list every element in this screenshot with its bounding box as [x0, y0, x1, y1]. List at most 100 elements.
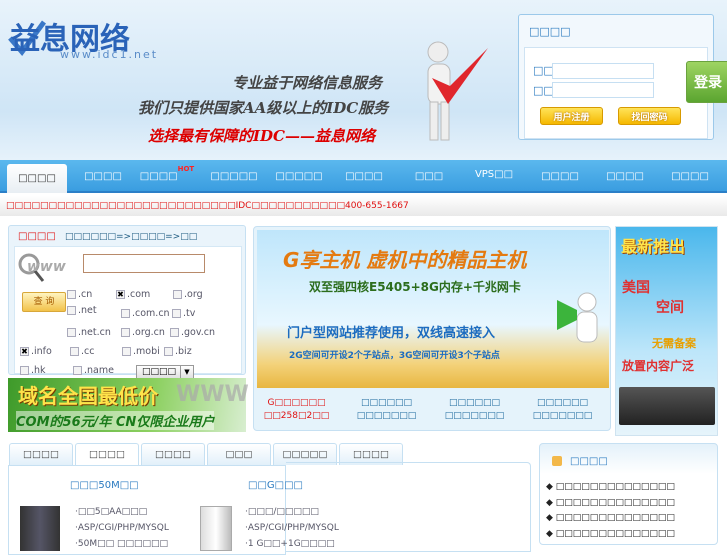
nav-label: □□□□	[671, 171, 709, 182]
product-title-1[interactable]: □□□50M□□	[70, 480, 139, 491]
banner-link-2[interactable]: □□□□□□ □□□□□□□	[344, 397, 429, 423]
nav-label: □□□□	[345, 171, 383, 182]
checkbox-icon[interactable]	[67, 290, 76, 299]
mascot-checkmark-icon	[427, 41, 488, 141]
banner-link-3[interactable]: □□□□□□ □□□□□□□	[432, 397, 517, 423]
nav-label: □□□□	[139, 171, 178, 182]
news-item[interactable]: ◆ □□□□□□□□□□□□□□	[546, 482, 675, 492]
server-image-2	[200, 506, 232, 551]
domain-title: □□□□	[18, 231, 56, 242]
us-hosting-ad[interactable]: 最新推出 美国 空间 无需备案 放置内容广泛	[615, 226, 718, 436]
banner-link-1[interactable]: G□□□□□□ □□258□2□□	[254, 397, 339, 423]
news-item[interactable]: ◆ □□□□□□□□□□□□□□	[546, 498, 675, 508]
server-rack-image	[619, 387, 715, 425]
ad-line-2: 美国	[622, 280, 650, 296]
domain-search-input[interactable]	[83, 254, 205, 273]
tld-label: .cc	[81, 346, 95, 357]
tld-label: .cn	[78, 289, 93, 300]
product-title-2[interactable]: □□G□□□	[248, 480, 303, 491]
nav-label: □□□□	[84, 171, 122, 182]
checkbox-icon[interactable]: ✖	[116, 290, 125, 299]
tld-checkbox[interactable]: .net	[67, 305, 97, 316]
tld-checkbox[interactable]: .mobi	[122, 346, 160, 357]
slogan-2: 我们只提供国家AA级以上的IDC服务	[138, 99, 389, 117]
www-magnifier-icon: www	[18, 253, 66, 282]
banner-line-1: 双至强四核E5405+8G内存+千兆网卡	[309, 280, 521, 294]
tab-3[interactable]: □□□	[207, 443, 271, 465]
login-panel: □□□□ □□ □□ 登录 用户注册 找回密码	[518, 14, 727, 140]
tab-1[interactable]: □□□□	[75, 443, 139, 466]
nav-label: □□□□□	[210, 171, 258, 182]
checkbox-icon[interactable]: ✖	[20, 347, 29, 356]
nav-item-3[interactable]: □□□□□	[203, 160, 265, 193]
tld-checkbox[interactable]: .hk	[20, 365, 46, 376]
nav-item-0[interactable]: □□□□	[7, 164, 67, 193]
nav-label: □□□□	[18, 173, 56, 184]
nav-label: □□□□□	[275, 171, 323, 182]
domain-search-panel: □□□□ □□□□□□=>□□□□=>□□ www 查 询 .cn ✖ .com .o…	[8, 225, 246, 380]
tld-checkbox[interactable]: .com.cn	[121, 308, 170, 319]
checkbox-icon[interactable]	[122, 347, 131, 356]
tld-checkbox[interactable]: .org	[173, 289, 203, 300]
news-panel: □□□□ ◆ □□□□□□□□□□□□□□ ◆ □□□□□□□□□□□□□□ ◆…	[539, 443, 718, 545]
news-item[interactable]: ◆ □□□□□□□□□□□□□□	[546, 529, 675, 539]
tld-checkbox[interactable]: .cn	[67, 289, 92, 300]
checkbox-icon[interactable]	[67, 328, 76, 337]
recover-password-button[interactable]: 找回密码	[618, 107, 681, 125]
www-watermark: WWW	[176, 382, 249, 407]
news-icon	[552, 456, 562, 466]
select-value: □□□□	[142, 367, 177, 377]
nav-item-5[interactable]: □□□□	[333, 160, 395, 193]
svg-text:www: www	[27, 259, 66, 275]
tld-label: .info	[31, 346, 52, 357]
tld-label: .mobi	[133, 346, 160, 357]
tld-label: .net	[78, 305, 97, 316]
tab-2[interactable]: □□□□	[141, 443, 205, 465]
nav-item-10[interactable]: □□□□	[659, 160, 721, 193]
tld-checkbox[interactable]: .biz	[164, 346, 192, 357]
banner-line-3: 2G空间可开设2个子站点，3G空间可开设3个子站点	[289, 351, 500, 361]
nav-item-1[interactable]: □□□□	[72, 160, 134, 193]
tld-checkbox[interactable]: ✖ .info	[20, 346, 52, 357]
nav-item-8[interactable]: □□□□	[529, 160, 591, 193]
checkbox-icon[interactable]	[70, 347, 79, 356]
ad-line-4: 无需备案	[652, 337, 696, 350]
tld-checkbox[interactable]: ✖ .com	[116, 289, 150, 300]
banner-link-4[interactable]: □□□□□□ □□□□□□□	[520, 397, 605, 423]
tld-checkbox[interactable]: .org.cn	[121, 327, 165, 338]
tld-checkbox[interactable]: .name	[73, 365, 114, 376]
news-item[interactable]: ◆ □□□□□□□□□□□□□□	[546, 513, 675, 523]
nav-label: VPS□□	[474, 169, 514, 180]
register-button[interactable]: 用户注册	[540, 107, 603, 125]
tld-label: .org	[184, 289, 203, 300]
nav-item-9[interactable]: □□□□	[594, 160, 656, 193]
nav-item-4[interactable]: □□□□□	[268, 160, 330, 193]
nav-item-2[interactable]: □□□□HOT	[136, 160, 198, 193]
nav-label: □□□	[414, 171, 444, 182]
domain-search-button[interactable]: 查 询	[22, 292, 66, 312]
checkbox-icon[interactable]	[170, 328, 179, 337]
banner-image[interactable]: G享主机 虚机中的精品主机 双至强四核E5405+8G内存+千兆网卡 门户型网站…	[257, 230, 609, 388]
checkbox-icon[interactable]	[121, 328, 130, 337]
tld-checkbox[interactable]: .tv	[172, 308, 195, 319]
username-input[interactable]	[552, 63, 654, 79]
checkbox-icon[interactable]	[172, 309, 181, 318]
domain-promo-banner[interactable]: 域名全国最低价 WWW COM的56元/年 CN仅限企业用户	[8, 378, 249, 432]
username-label: □□	[533, 64, 554, 77]
tld-checkbox[interactable]: .net.cn	[67, 327, 111, 338]
checkbox-icon[interactable]	[20, 366, 29, 375]
tld-checkbox[interactable]: .cc	[70, 346, 94, 357]
tab-0[interactable]: □□□□	[9, 443, 73, 465]
password-input[interactable]	[552, 82, 654, 98]
checkbox-icon[interactable]	[67, 306, 76, 315]
login-button[interactable]: 登录	[686, 61, 727, 103]
checkbox-icon[interactable]	[164, 347, 173, 356]
banner-title: G享主机 虚机中的精品主机	[283, 248, 527, 272]
checkbox-icon[interactable]	[121, 309, 130, 318]
tld-checkbox[interactable]: .gov.cn	[170, 327, 215, 338]
nav-item-7[interactable]: VPS□□	[463, 160, 525, 193]
nav-item-6[interactable]: □□□	[398, 160, 460, 193]
ad-line-3: 空间	[656, 300, 684, 316]
checkbox-icon[interactable]	[73, 366, 82, 375]
checkbox-icon[interactable]	[173, 290, 182, 299]
